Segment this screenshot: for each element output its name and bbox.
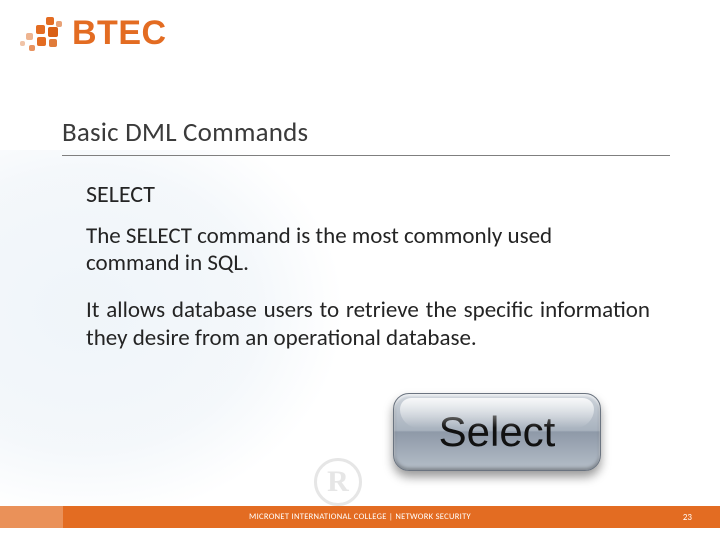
footer-bar: MICRONET INTERNATIONAL COLLEGE | NETWORK… [0,506,720,528]
page-number: 23 [683,512,692,523]
title-area: Basic DML Commands [62,116,670,156]
section-heading: SELECT [86,180,650,209]
title-underline [62,155,670,156]
body-content: SELECT The SELECT command is the most co… [86,180,650,352]
logo-dots-icon [20,15,66,53]
select-button-label: Select [439,408,556,456]
select-button: Select [393,393,601,471]
slide: BTEC Basic DML Commands SELECT The SELEC… [0,0,720,540]
slide-title: Basic DML Commands [62,116,670,153]
logo-text: BTEC [72,14,167,53]
select-button-graphic: Select [388,386,606,478]
btec-logo: BTEC [20,14,167,53]
registered-letter: R [327,465,349,499]
paragraph-2: It allows database users to retrieve the… [86,297,650,352]
footer-text: MICRONET INTERNATIONAL COLLEGE | NETWORK… [0,512,720,522]
paragraph-1: The SELECT command is the most commonly … [86,223,650,277]
registered-watermark-icon: R [314,458,362,506]
